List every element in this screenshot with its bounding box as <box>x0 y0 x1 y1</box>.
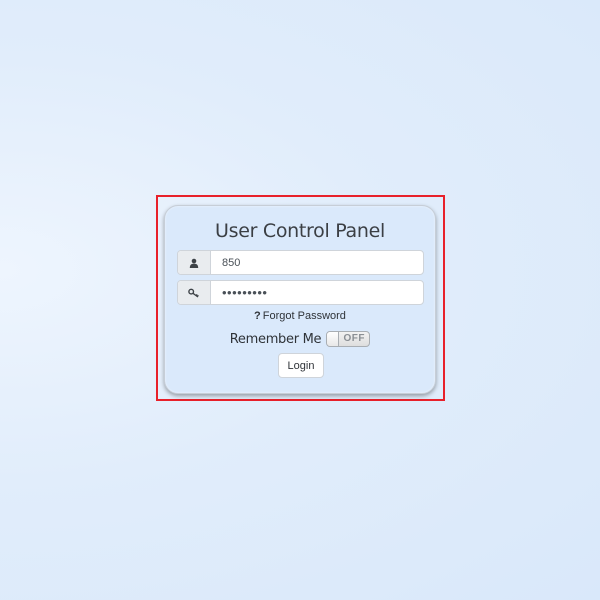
forgot-password-label: Forgot Password <box>262 310 346 322</box>
remember-me-label: Remember Me <box>229 331 322 347</box>
remember-me-toggle[interactable]: OFF <box>326 331 371 347</box>
login-button[interactable]: Login <box>278 353 324 378</box>
toggle-state-text: OFF <box>343 333 365 344</box>
username-input[interactable] <box>211 251 423 274</box>
username-input-group <box>177 250 424 275</box>
toggle-knob <box>327 332 340 346</box>
panel-title: User Control Panel <box>215 220 385 242</box>
remember-me-row: Remember Me OFF <box>165 331 435 347</box>
password-input-group <box>177 280 424 305</box>
key-icon <box>178 281 211 304</box>
question-icon: ? <box>254 310 261 322</box>
user-icon <box>178 251 211 274</box>
login-panel: User Control Panel ?Forgot Password Reme… <box>164 205 436 394</box>
forgot-password-link[interactable]: ? Forgot Password <box>165 310 435 322</box>
password-input[interactable] <box>211 281 423 304</box>
